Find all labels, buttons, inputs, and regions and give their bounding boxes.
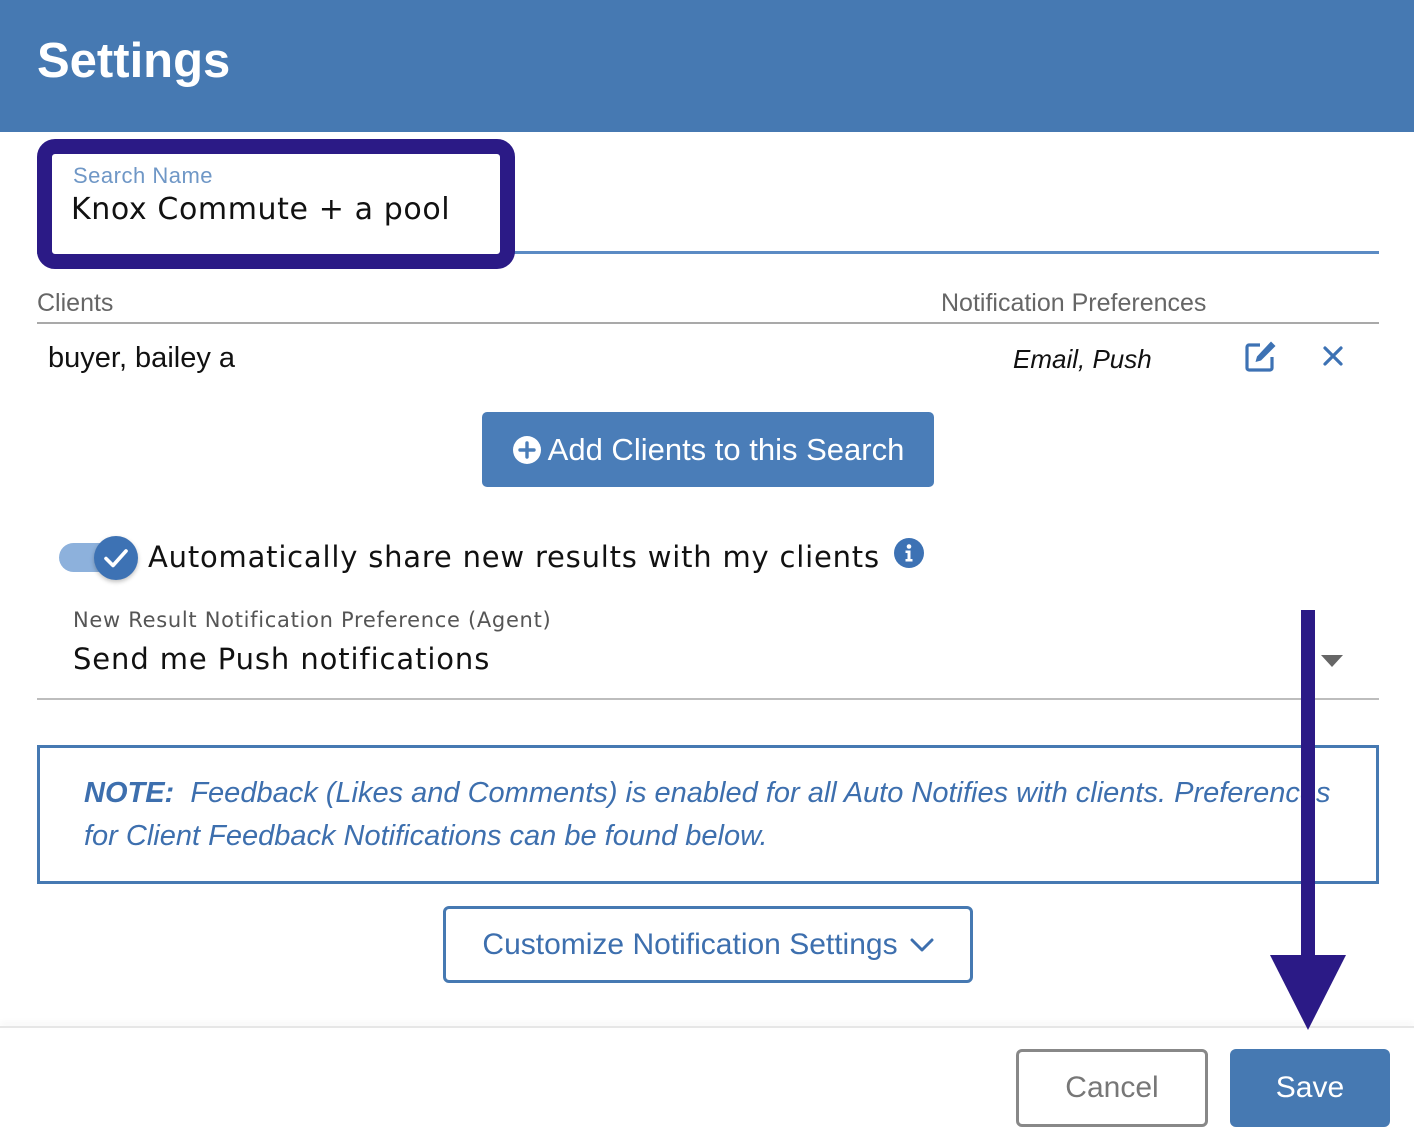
info-icon[interactable]: [893, 537, 925, 569]
note-prefix: NOTE:: [84, 777, 175, 809]
page-title: Settings: [37, 34, 231, 88]
cancel-button[interactable]: Cancel: [1016, 1049, 1208, 1127]
agent-notification-underline: [37, 698, 1379, 700]
footer-divider: [0, 1026, 1414, 1028]
chevron-down-icon: [910, 938, 934, 951]
table-header-divider: [37, 322, 1379, 324]
plus-circle-icon: [512, 435, 541, 464]
customize-notification-settings-button[interactable]: Customize Notification Settings: [443, 906, 973, 983]
notification-preferences-column-header: Notification Preferences: [941, 289, 1207, 317]
search-name-input[interactable]: [71, 188, 491, 230]
save-button[interactable]: Save: [1230, 1049, 1390, 1127]
check-icon: [104, 549, 128, 568]
agent-notification-value: Send me Push notifications: [73, 642, 491, 676]
edit-icon[interactable]: [1244, 339, 1278, 373]
close-icon[interactable]: [1321, 344, 1345, 368]
feedback-note: NOTE: Feedback (Likes and Comments) is e…: [84, 772, 1354, 858]
note-text: Feedback (Likes and Comments) is enabled…: [84, 777, 1331, 852]
agent-notification-label: New Result Notification Preference (Agen…: [73, 608, 552, 632]
client-name: buyer, bailey a: [48, 342, 236, 374]
client-notification-preferences: Email, Push: [1013, 344, 1152, 374]
auto-share-label: Automatically share new results with my …: [148, 540, 880, 574]
search-name-label: Search Name: [73, 163, 214, 188]
add-clients-label: Add Clients to this Search: [547, 432, 905, 467]
clients-column-header: Clients: [37, 289, 114, 317]
auto-share-toggle-knob[interactable]: [94, 536, 138, 580]
caret-down-icon: [1321, 655, 1343, 667]
customize-label: Customize Notification Settings: [482, 927, 898, 961]
add-clients-button[interactable]: Add Clients to this Search: [482, 412, 934, 487]
